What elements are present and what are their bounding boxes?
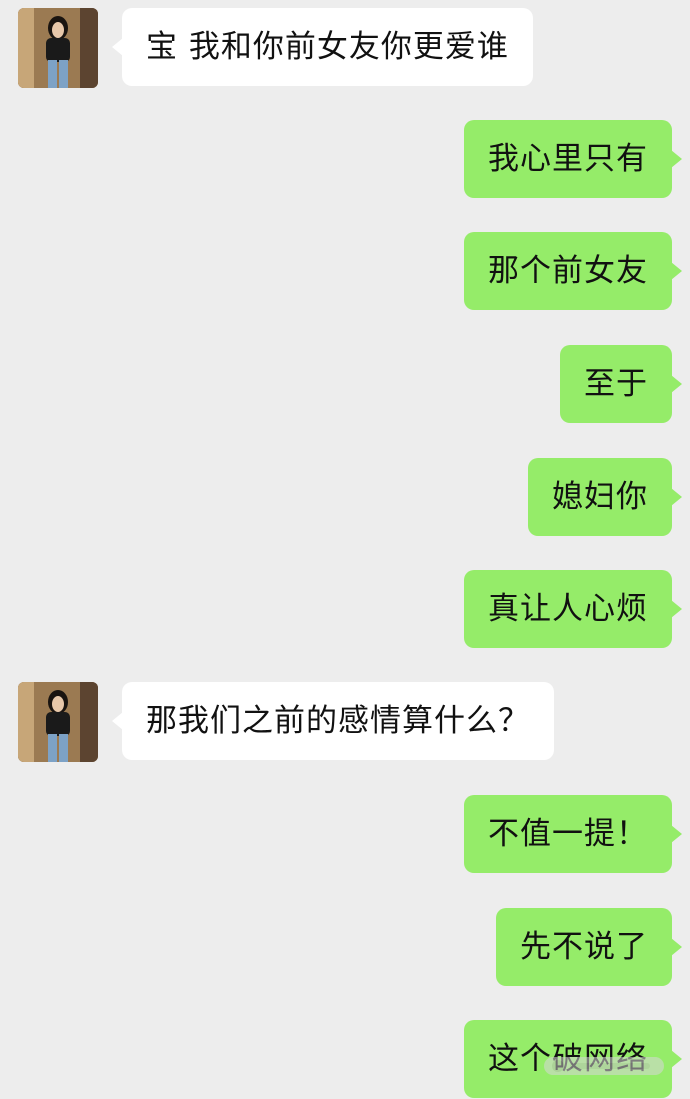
message-row-incoming: 宝 我和你前女友你更爱谁: [0, 8, 690, 98]
message-row-outgoing: 先不说了: [0, 908, 690, 988]
message-row-outgoing: 我心里只有: [0, 120, 690, 200]
watermark-logo: [544, 1057, 664, 1075]
message-row-outgoing: 不值一提！: [0, 795, 690, 875]
message-row-outgoing: 至于: [0, 345, 690, 425]
contact-avatar[interactable]: [18, 8, 98, 88]
message-bubble-outgoing[interactable]: 那个前女友: [464, 232, 682, 310]
message-bubble-outgoing[interactable]: 媳妇你: [528, 458, 682, 536]
contact-avatar[interactable]: [18, 682, 98, 762]
chat-area[interactable]: 宝 我和你前女友你更爱谁 我心里只有 那个前女友 至于 媳妇你 真让人心烦 那我…: [0, 0, 690, 1099]
message-row-outgoing: 真让人心烦: [0, 570, 690, 650]
message-row-incoming: 那我们之前的感情算什么？: [0, 682, 690, 772]
message-bubble-outgoing[interactable]: 不值一提！: [464, 795, 682, 873]
message-bubble-outgoing[interactable]: 真让人心烦: [464, 570, 682, 648]
message-row-outgoing: 媳妇你: [0, 458, 690, 538]
message-bubble-incoming[interactable]: 宝 我和你前女友你更爱谁: [112, 8, 533, 86]
message-bubble-outgoing[interactable]: 至于: [560, 345, 682, 423]
message-bubble-incoming[interactable]: 那我们之前的感情算什么？: [112, 682, 554, 760]
message-bubble-outgoing[interactable]: 先不说了: [496, 908, 682, 986]
message-bubble-outgoing[interactable]: 我心里只有: [464, 120, 682, 198]
message-row-outgoing: 那个前女友: [0, 232, 690, 312]
